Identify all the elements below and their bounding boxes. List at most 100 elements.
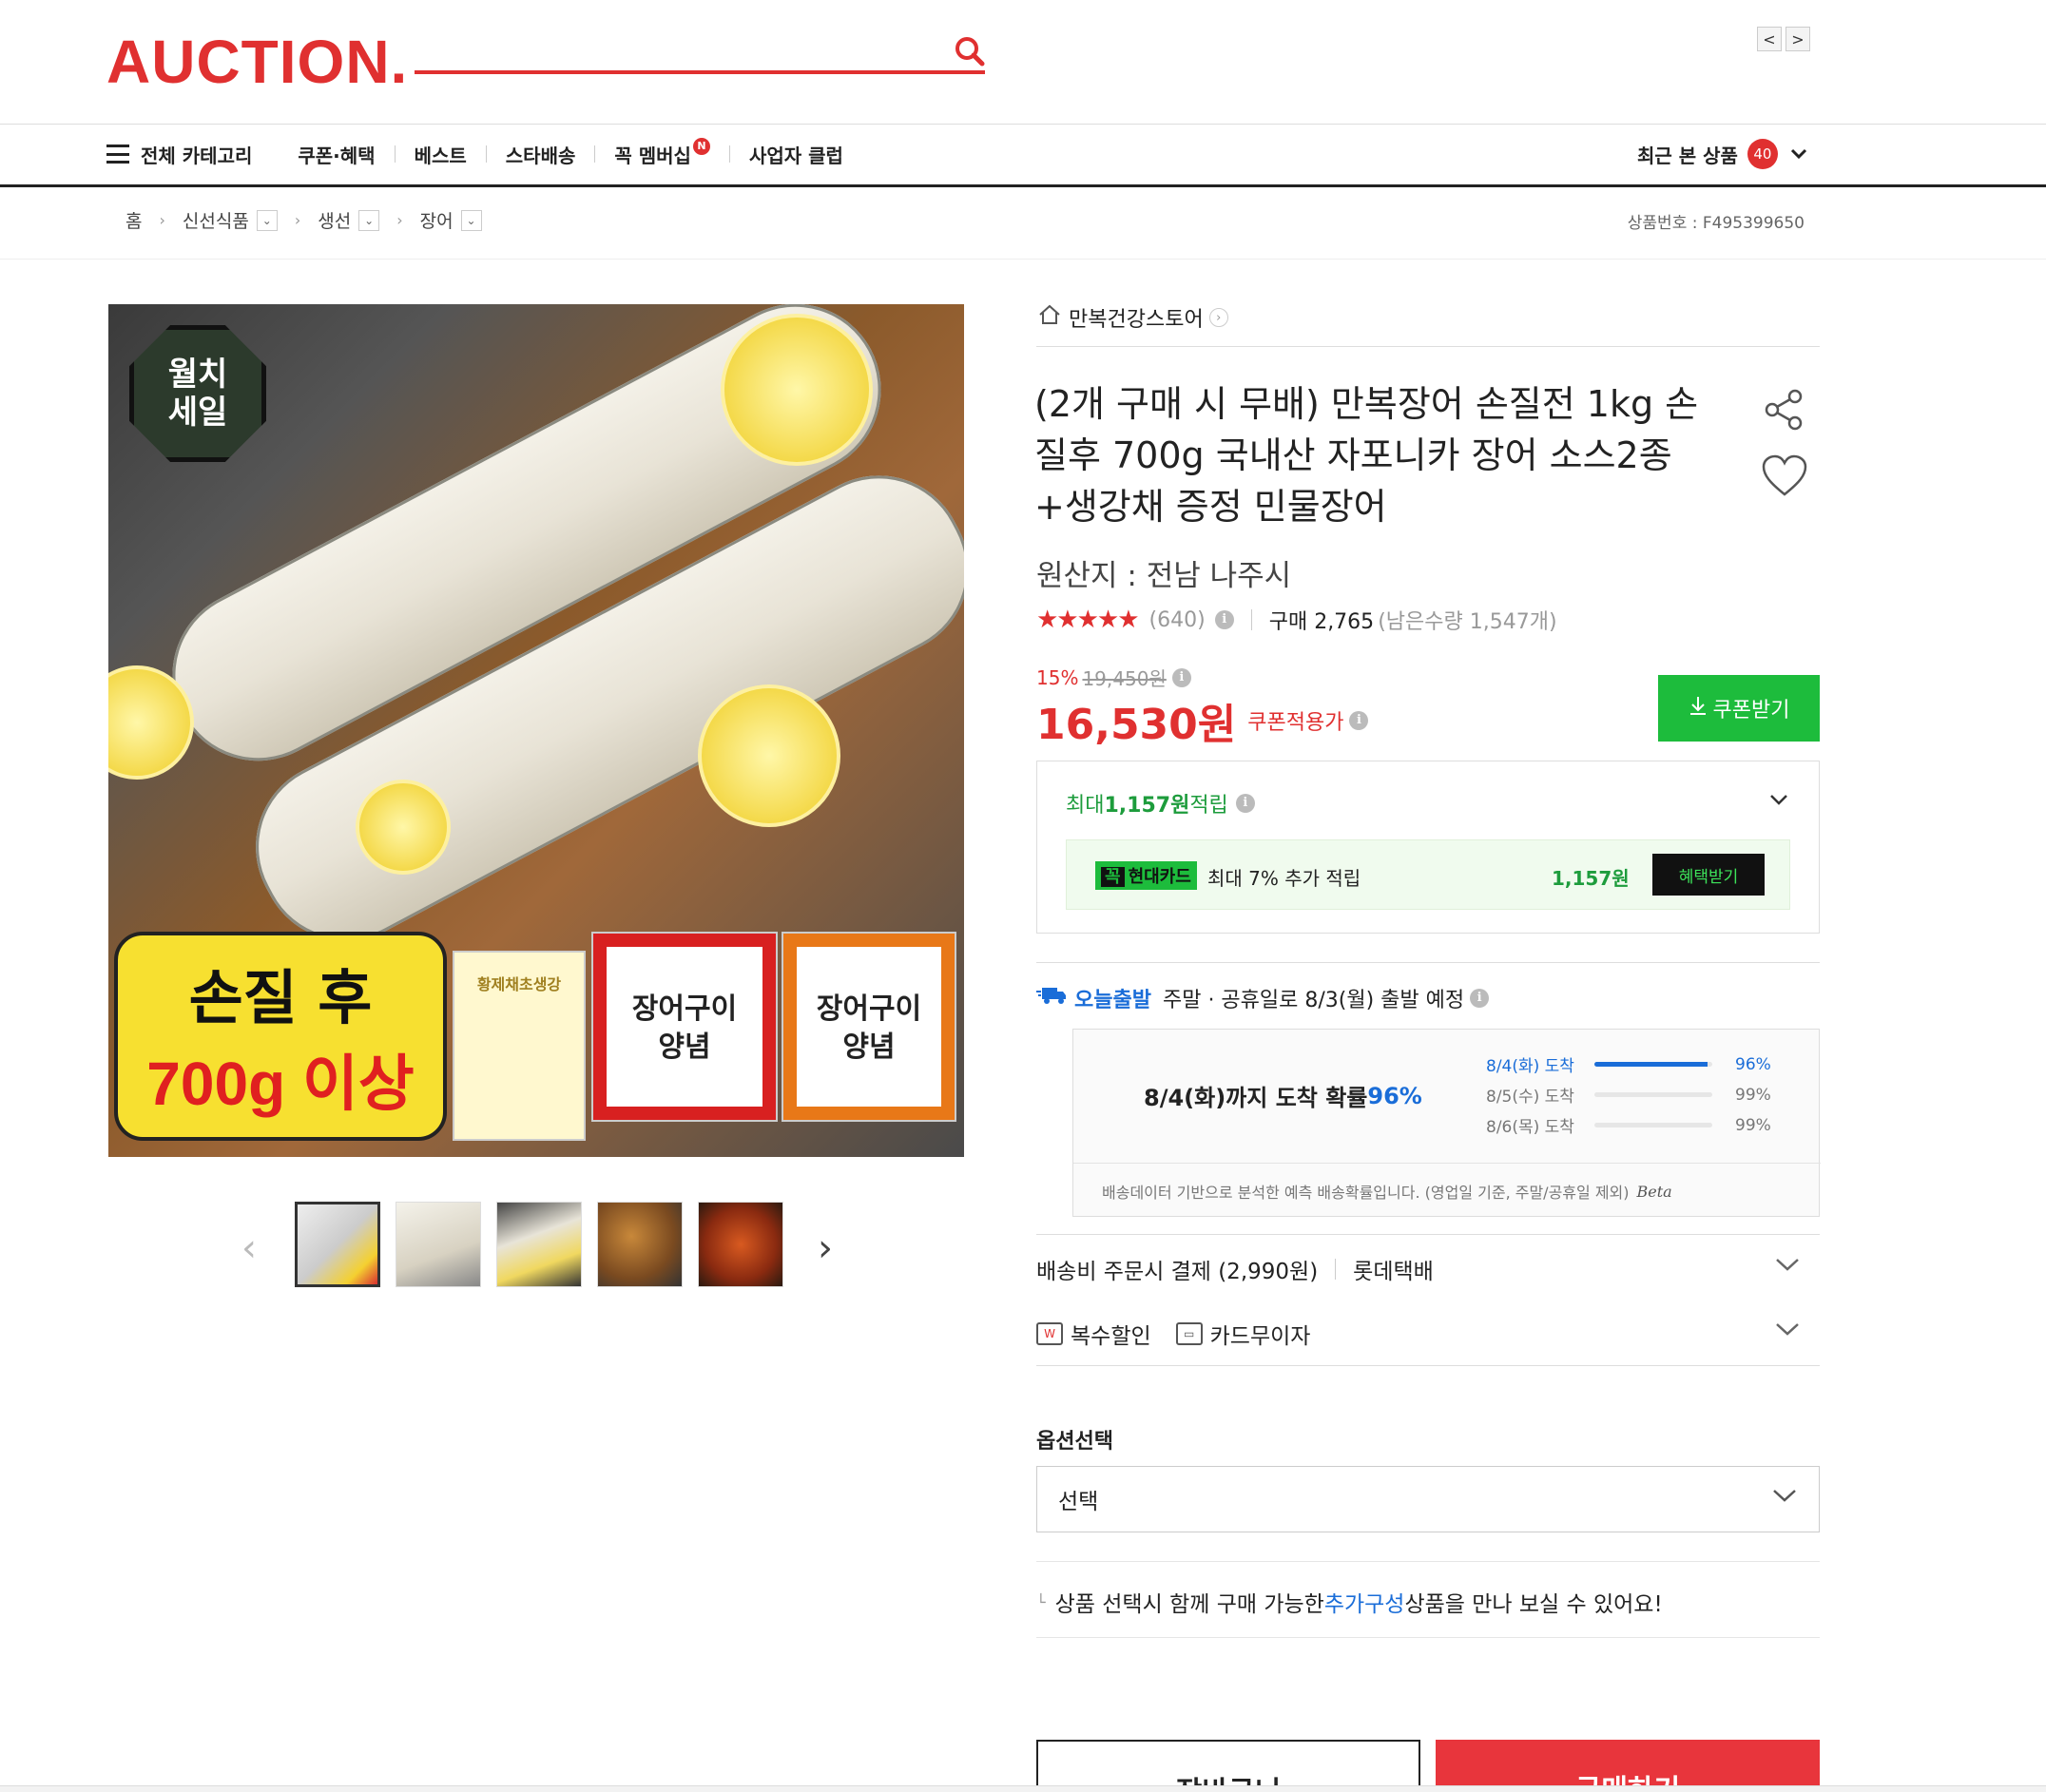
probability-divider <box>1073 1163 1821 1164</box>
thumbnail-next-button[interactable]: › <box>818 1226 833 1270</box>
breadcrumb-level-label: 생선 <box>318 211 352 232</box>
chevron-down-icon[interactable] <box>1774 1316 1801 1344</box>
hyundai-card-logo: 꼭 현대카드 <box>1095 861 1197 890</box>
gnb-divider <box>728 145 730 163</box>
new-badge: N <box>692 138 710 155</box>
gnb-item-star-delivery[interactable]: 스타배송 <box>506 141 576 168</box>
probability-row-percent: 99% <box>1735 1115 1771 1135</box>
thumbnail-image[interactable] <box>698 1202 783 1287</box>
benefit-row[interactable]: W 복수할인 ▭ 카드무이자 <box>1036 1318 1310 1350</box>
chevron-down-icon[interactable] <box>1767 786 1790 813</box>
shipping-fee-row[interactable]: 배송비 주문시 결제 (2,990원) 롯데택배 <box>1036 1253 1434 1285</box>
delivery-probability-panel: 8/4(화)까지 도착 확률 96% 8/4(화) 도착 96% 8/5(수) … <box>1072 1029 1821 1217</box>
probability-row: 8/4(화) 도착 96% <box>1486 1052 1771 1077</box>
recent-products-button[interactable]: 최근 본 상품 40 <box>1637 139 1808 169</box>
reward-title-post: 적립 <box>1189 794 1228 818</box>
thumbnail-image[interactable] <box>496 1202 582 1287</box>
info-icon[interactable]: i <box>1171 667 1191 687</box>
breadcrumb-level-2[interactable]: 생선 ⌄ <box>318 207 380 233</box>
chevron-down-icon[interactable]: ⌄ <box>256 209 278 231</box>
reward-title[interactable]: 최대 1,157원 적립 i <box>1066 788 1255 819</box>
share-icon[interactable] <box>1763 388 1806 432</box>
bottom-scroll-bar[interactable] <box>0 1785 2046 1792</box>
all-category-button[interactable]: 전체 카테고리 <box>106 141 252 168</box>
original-price: 19,450원 <box>1082 667 1167 690</box>
benefit-divider <box>1036 1365 1820 1366</box>
option-select-value: 선택 <box>1058 1490 1099 1514</box>
breadcrumb-level-3[interactable]: 장어 ⌄ <box>420 207 482 233</box>
pack-label: 장어구이양념 <box>631 992 738 1064</box>
recent-count-badge: 40 <box>1747 139 1778 169</box>
beta-label: Beta <box>1636 1182 1672 1201</box>
review-count[interactable]: (640) <box>1149 608 1206 632</box>
card-benefit-text: 최대 7% 추가 적립 <box>1207 867 1361 890</box>
probability-bar <box>1594 1062 1712 1067</box>
info-icon[interactable]: i <box>1235 794 1255 813</box>
buy-now-button[interactable]: 구매하기 <box>1436 1740 1820 1792</box>
get-benefit-button[interactable]: 혜택받기 <box>1652 854 1765 896</box>
product-main-image[interactable]: 월치 세일 손질 후 700g 이상 황제채초생강 장어구이양념 장어구이양념 <box>108 304 964 1157</box>
addon-info: └ 상품 선택시 함께 구매 가능한 추가구성 상품을 만나 보실 수 있어요! <box>1036 1586 1663 1618</box>
chevron-down-icon[interactable] <box>1774 1251 1801 1280</box>
info-icon[interactable]: i <box>1470 989 1490 1008</box>
heart-icon[interactable] <box>1761 454 1808 498</box>
thumbnail-prev-button[interactable]: ‹ <box>241 1226 257 1270</box>
probability-bar-fill <box>1594 1062 1708 1067</box>
product-title: (2개 구매 시 무배) 만복장어 손질전 1kg 손질후 700g 국내산 자… <box>1034 383 1699 528</box>
chevron-down-icon[interactable]: ⌄ <box>358 209 380 231</box>
addon-divider <box>1036 1637 1820 1638</box>
header-prev-button[interactable]: < <box>1757 27 1782 51</box>
courier-name: 롯데택배 <box>1353 1260 1434 1284</box>
product-number: 상품번호 : F495399650 <box>1627 214 1805 233</box>
header-next-button[interactable]: > <box>1785 27 1810 51</box>
lemon-slice-image <box>356 780 451 875</box>
discount-row: 15% 19,450원 i <box>1036 664 1191 691</box>
ginger-pack-image: 황제채초생강 <box>453 951 586 1141</box>
probability-row-label: 8/5(수) 도착 <box>1486 1088 1574 1107</box>
option-title: 옵션선택 <box>1036 1430 1113 1454</box>
add-to-cart-button[interactable]: 장바구니 <box>1036 1740 1420 1792</box>
probability-bar <box>1594 1123 1712 1127</box>
info-icon[interactable]: i <box>1349 711 1369 730</box>
addon-text-post: 상품을 만나 보실 수 있어요! <box>1404 1592 1663 1617</box>
breadcrumb-level-1[interactable]: 신선식품 ⌄ <box>183 207 278 233</box>
today-shipping-label: 오늘출발 <box>1074 989 1151 1012</box>
discount-percent: 15% <box>1036 665 1079 689</box>
get-coupon-label: 쿠폰받기 <box>1712 699 1790 723</box>
info-icon[interactable]: i <box>1214 610 1234 629</box>
breadcrumb-divider <box>0 259 2046 260</box>
thumbnail-image[interactable] <box>597 1202 683 1287</box>
probability-row: 8/6(목) 도착 99% <box>1486 1113 1771 1138</box>
reward-title-pre: 최대 <box>1066 794 1105 818</box>
promo-label: 손질 후 700g 이상 <box>114 932 447 1141</box>
store-divider <box>1036 346 1820 347</box>
header-nav-arrows: < > <box>1753 27 1810 51</box>
today-shipping-text: 주말 · 공휴일로 8/3(월) 출발 예정 <box>1162 989 1465 1012</box>
all-category-label: 전체 카테고리 <box>141 144 253 167</box>
gnb-item-coupon[interactable]: 쿠폰·혜택 <box>298 141 375 168</box>
probability-row-percent: 99% <box>1735 1085 1771 1105</box>
shipping-fee-text: 배송비 주문시 결제 (2,990원) <box>1036 1260 1319 1284</box>
gnb-item-business-club[interactable]: 사업자 클럽 <box>749 141 843 168</box>
search-icon[interactable] <box>951 32 989 70</box>
card-logo-name: 현대카드 <box>1128 867 1191 887</box>
search-input[interactable] <box>415 70 985 74</box>
gnb-item-membership[interactable]: 꼭 멤버십 N <box>614 138 710 168</box>
card-benefit-row: 꼭 현대카드 최대 7% 추가 적립 1,157원 혜택받기 <box>1066 839 1790 910</box>
option-select[interactable]: 선택 <box>1036 1466 1820 1532</box>
today-shipping-row: 오늘출발 주말 · 공휴일로 8/3(월) 출발 예정 i <box>1036 983 1490 1013</box>
delivery-probability-text: 8/4(화)까지 도착 확률 <box>1144 1085 1368 1111</box>
probability-note-text: 배송데이터 기반으로 분석한 예측 배송확률입니다. (영업일 기준, 주말/공… <box>1102 1184 1630 1202</box>
thumbnail-image[interactable] <box>295 1202 380 1287</box>
promo-label-line2: 700g 이상 <box>146 1050 415 1118</box>
gnb-bottom-divider <box>0 184 2046 187</box>
card-icon: ▭ <box>1175 1322 1203 1345</box>
auction-logo[interactable]: AUCTION. <box>106 27 408 97</box>
chevron-down-icon[interactable]: ⌄ <box>460 209 482 231</box>
sauce-pack-image: 장어구이양념 <box>591 932 778 1122</box>
get-coupon-button[interactable]: 쿠폰받기 <box>1658 675 1820 742</box>
thumbnail-image[interactable] <box>396 1202 481 1287</box>
store-link[interactable]: 만복건강스토어 › <box>1038 302 1228 333</box>
gnb-item-best[interactable]: 베스트 <box>415 141 467 168</box>
breadcrumb-home[interactable]: 홈 <box>125 207 142 233</box>
